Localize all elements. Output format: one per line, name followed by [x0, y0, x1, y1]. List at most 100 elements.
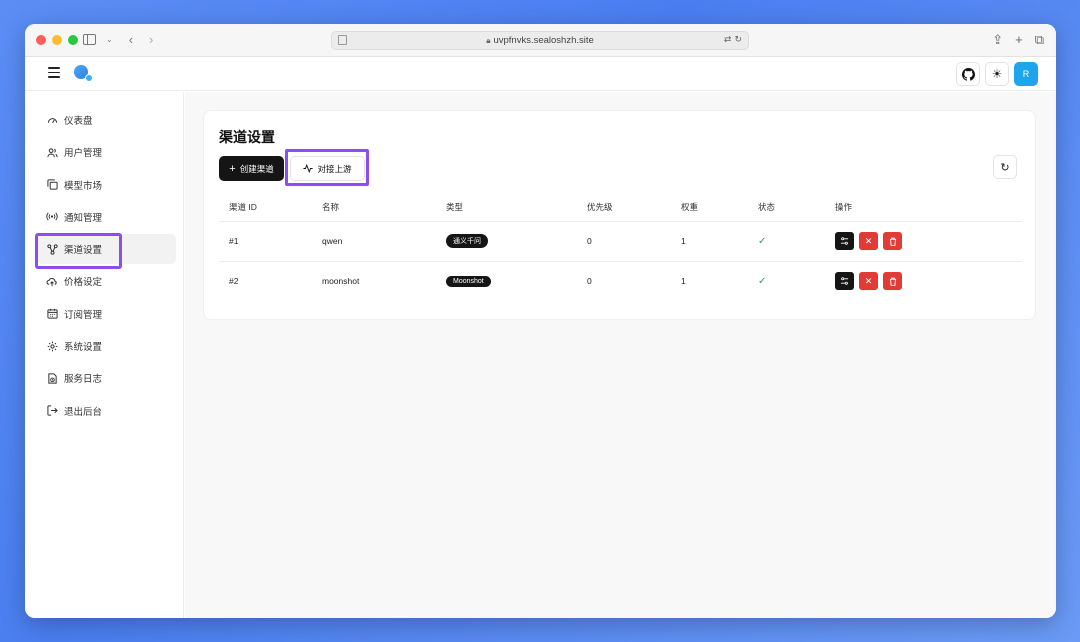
- check-icon: ✓: [758, 236, 766, 247]
- sidebar-item-subscriptions[interactable]: 订阅管理: [37, 299, 176, 329]
- cell-weight: 1: [681, 221, 758, 261]
- x-icon: ✕: [859, 272, 878, 290]
- app-logo[interactable]: [74, 65, 94, 83]
- sidebar-item-label: 价格设定: [64, 274, 102, 288]
- cell-type: 通义千问: [446, 221, 587, 261]
- cell-priority: 0: [587, 221, 681, 261]
- app-header: ☀︎ R: [25, 57, 1056, 91]
- lock-icon: 🔒︎: [486, 36, 490, 46]
- table-row: #1 qwen 通义千问 0 1 ✓ ✕: [219, 221, 1022, 261]
- browser-window: ⌄ ‹ › 🔒︎ uvpfnvks.sealoshzh.site ⇄ ↻ ⇪ +…: [25, 24, 1056, 618]
- network-icon: [46, 243, 58, 255]
- calendar-icon: [46, 308, 58, 320]
- back-icon[interactable]: ‹: [129, 32, 133, 47]
- sidebar-item-dashboard[interactable]: 仪表盘: [37, 105, 176, 135]
- sidebar-item-label: 服务日志: [64, 371, 102, 385]
- sidebar-item-label: 用户管理: [64, 145, 102, 159]
- refresh-button[interactable]: ↻: [993, 155, 1017, 179]
- header-actions: 操作: [835, 193, 1022, 221]
- sidebar-item-notifications[interactable]: 通知管理: [37, 202, 176, 232]
- type-badge: Moonshot: [446, 276, 491, 287]
- channels-table: 渠道 ID 名称 类型 优先级 权重 状态 操作 #1 qwen 通义千问 0: [219, 193, 1022, 301]
- sidebar-item-logs[interactable]: 服务日志: [37, 363, 176, 393]
- sidebar-item-users[interactable]: 用户管理: [37, 137, 176, 167]
- activity-icon: [303, 164, 313, 173]
- header-weight: 权重: [681, 193, 758, 221]
- sidebar-item-label: 订阅管理: [64, 307, 102, 321]
- sidebar-item-label: 退出后台: [64, 404, 102, 418]
- new-tab-icon[interactable]: +: [1015, 32, 1023, 48]
- translate-icon[interactable]: ⇄: [724, 34, 732, 45]
- plus-icon: +: [229, 163, 235, 175]
- sidebar-item-models[interactable]: 模型市场: [37, 170, 176, 200]
- sidebar-item-label: 通知管理: [64, 210, 102, 224]
- header-type: 类型: [446, 193, 587, 221]
- trash-icon: [889, 277, 897, 286]
- cell-name: qwen: [322, 221, 446, 261]
- header-priority: 优先级: [587, 193, 681, 221]
- cell-name: moonshot: [322, 261, 446, 301]
- sidebar-item-pricing[interactable]: 价格设定: [37, 266, 176, 296]
- table-row: #2 moonshot Moonshot 0 1 ✓ ✕: [219, 261, 1022, 301]
- reload-icon[interactable]: ↻: [734, 34, 742, 45]
- share-icon[interactable]: ⇪: [992, 32, 1003, 48]
- main-content: 渠道设置 + 创建渠道 对接上游 ↻ 渠道 ID 名称 类型: [185, 92, 1056, 618]
- window-controls: [36, 35, 78, 45]
- sidebar-item-settings[interactable]: 系统设置: [37, 331, 176, 361]
- header-name: 名称: [322, 193, 446, 221]
- create-channel-button[interactable]: + 创建渠道: [219, 156, 284, 181]
- sidebar-item-channels[interactable]: 渠道设置: [37, 234, 176, 264]
- avatar[interactable]: R: [1014, 62, 1038, 86]
- cell-id: #2: [219, 261, 322, 301]
- disable-button[interactable]: ✕: [859, 272, 878, 290]
- chevron-down-icon[interactable]: ⌄: [106, 35, 113, 44]
- disable-button[interactable]: ✕: [859, 232, 878, 250]
- sidebar: 仪表盘 用户管理 模型市场 通知管理 渠道设置 价格设定 订阅管理 系统设置: [25, 92, 184, 618]
- broadcast-icon: [46, 211, 58, 223]
- cloud-upload-icon: [46, 275, 58, 287]
- url-text: uvpfnvks.sealoshzh.site: [493, 35, 593, 46]
- minimize-window-button[interactable]: [52, 35, 62, 45]
- gauge-icon: [46, 114, 58, 126]
- cell-weight: 1: [681, 261, 758, 301]
- delete-button[interactable]: [883, 232, 902, 250]
- zoom-window-button[interactable]: [68, 35, 78, 45]
- cell-priority: 0: [587, 261, 681, 301]
- tabs-overview-icon[interactable]: ⧉: [1035, 32, 1044, 48]
- edit-button[interactable]: [835, 272, 854, 290]
- theme-toggle-button[interactable]: ☀︎: [985, 62, 1009, 86]
- table-header-row: 渠道 ID 名称 类型 优先级 权重 状态 操作: [219, 193, 1022, 221]
- cell-id: #1: [219, 221, 322, 261]
- cell-type: Moonshot: [446, 261, 587, 301]
- type-badge: 通义千问: [446, 234, 488, 248]
- url-actions: ⇄ ↻: [724, 34, 742, 45]
- edit-button[interactable]: [835, 232, 854, 250]
- close-window-button[interactable]: [36, 35, 46, 45]
- x-icon: ✕: [859, 232, 878, 250]
- cell-status: ✓: [758, 261, 835, 301]
- refresh-icon: ↻: [1000, 161, 1009, 174]
- header-id: 渠道 ID: [219, 193, 322, 221]
- connect-upstream-button[interactable]: 对接上游: [290, 156, 365, 181]
- connect-upstream-label: 对接上游: [317, 163, 351, 175]
- sliders-icon: [840, 237, 849, 245]
- page-title: 渠道设置: [219, 127, 275, 147]
- forward-icon[interactable]: ›: [149, 32, 153, 47]
- trash-icon: [889, 237, 897, 246]
- browser-actions: ⇪ + ⧉: [992, 32, 1044, 48]
- cell-status: ✓: [758, 221, 835, 261]
- sun-icon: ☀︎: [992, 67, 1003, 81]
- cell-actions: ✕: [835, 261, 1022, 301]
- sidebar-item-logout[interactable]: 退出后台: [37, 396, 176, 426]
- github-icon: [962, 68, 975, 81]
- sidebar-item-label: 仪表盘: [64, 113, 93, 127]
- cell-actions: ✕: [835, 221, 1022, 261]
- users-icon: [46, 146, 58, 158]
- create-channel-label: 创建渠道: [240, 163, 274, 175]
- sidebar-toggle-icon[interactable]: [83, 34, 96, 45]
- page-icon: [338, 35, 347, 45]
- delete-button[interactable]: [883, 272, 902, 290]
- menu-icon[interactable]: [48, 67, 60, 77]
- address-bar[interactable]: 🔒︎ uvpfnvks.sealoshzh.site ⇄ ↻: [331, 31, 749, 50]
- github-button[interactable]: [956, 62, 980, 86]
